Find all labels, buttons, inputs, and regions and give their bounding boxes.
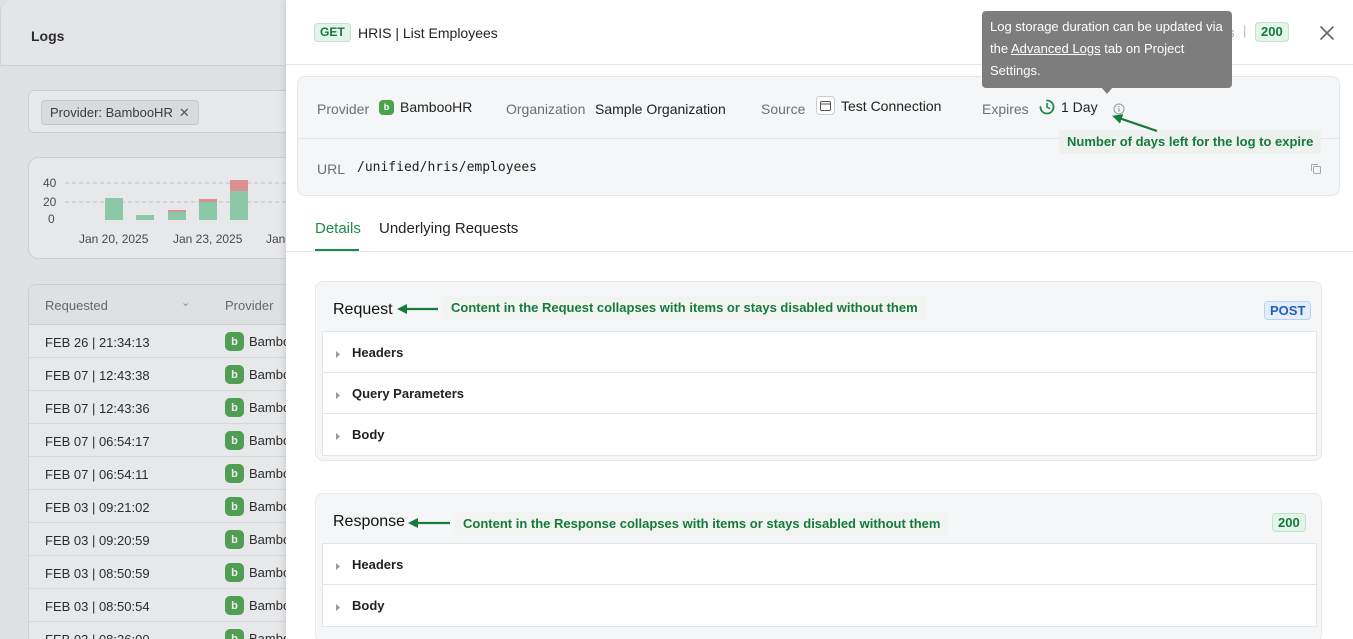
tab-details[interactable]: Details [315,220,361,237]
caret-right-icon [335,346,341,362]
request-headers-label: Headers [352,345,404,360]
expires-text: 1 Day [1061,99,1098,115]
header-divider: | [1243,23,1247,38]
caret-right-icon [335,599,341,615]
source-name: Test Connection [841,97,942,114]
request-accordion: Headers Query Parameters Body [322,331,1317,456]
request-body-label: Body [352,427,385,442]
source-value: Test Connection [816,96,941,115]
request-annotation: Content in the Request collapses with it… [443,296,926,320]
request-query-params-label: Query Parameters [352,386,465,401]
expires-info-icon[interactable] [1113,102,1125,118]
request-method-badge: POST [1264,301,1312,320]
response-body-label: Body [352,598,385,613]
expires-value: 1 Day [1039,99,1098,115]
expire-annotation: Number of days left for the log to expir… [1059,130,1322,154]
response-headers-item[interactable]: Headers [323,544,1316,585]
source-window-icon [816,96,835,115]
active-tab-indicator [315,249,359,251]
provider-name: BambooHR [400,99,473,115]
response-body-item[interactable]: Body [323,585,1316,626]
drawer-title: HRIS | List Employees [358,25,498,41]
caret-right-icon [335,558,341,574]
url-value: /unified/hris/employees [357,160,538,175]
organization-value: Sample Organization [595,101,726,117]
provider-label: Provider [317,101,370,117]
source-label: Source [761,101,806,117]
response-title: Response [333,513,406,530]
response-headers-label: Headers [352,557,404,572]
response-annotation: Content in the Response collapses with i… [455,512,949,536]
close-button[interactable] [1316,22,1338,44]
tooltip-arrow [1101,87,1113,94]
request-query-params-item[interactable]: Query Parameters [323,373,1316,414]
request-headers-item[interactable]: Headers [323,332,1316,373]
detail-tabs: Details Underlying Requests [286,207,1353,252]
request-title: Request [333,301,393,318]
response-accordion: Headers Body [322,543,1317,627]
advanced-logs-link[interactable]: Advanced Logs [1011,41,1101,56]
request-body-item[interactable]: Body [323,414,1316,455]
url-label: URL [317,161,346,177]
caret-right-icon [335,387,341,403]
method-badge: GET [314,23,351,42]
overlay-scrim[interactable] [0,0,286,639]
caret-right-icon [335,428,341,444]
status-badge: 200 [1255,22,1289,42]
tab-underlying-requests[interactable]: Underlying Requests [379,220,518,237]
response-status-badge: 200 [1272,513,1306,532]
organization-label: Organization [506,101,586,117]
expires-label: Expires [982,101,1029,117]
close-icon [1320,26,1334,40]
expiry-clock-icon [1039,99,1055,115]
bamboohr-logo-icon: b [379,99,394,115]
provider-value: b BambooHR [379,99,472,115]
copy-icon[interactable] [1310,162,1322,178]
log-storage-tooltip: Log storage duration can be updated via … [982,11,1232,88]
